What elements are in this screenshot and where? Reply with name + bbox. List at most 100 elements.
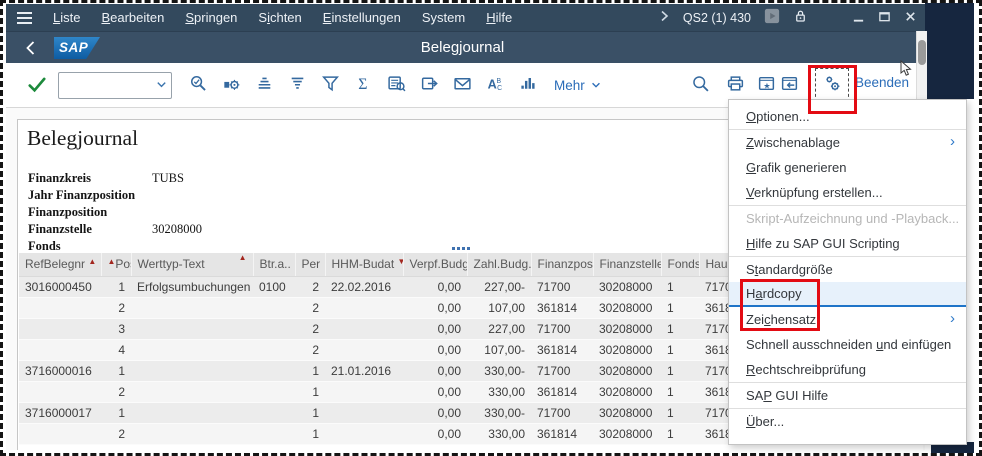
sort-ascending-button[interactable] [250,70,278,100]
table-cell: 3 [101,318,131,339]
table-cell: 2 [295,276,325,297]
table-cell: 3716000016 [19,360,101,381]
filter-button[interactable] [316,70,344,100]
field-label: Finanzkreis [28,170,152,187]
column-header-finanzstelle[interactable]: Finanzstelle [593,253,661,276]
table-cell [325,297,403,318]
menu-item-standardgröße[interactable]: Standardgröße [729,257,966,282]
chevron-right-icon[interactable] [658,10,670,25]
toolbar-left-icons: Σ ABC [184,70,542,100]
table-cell: 107,00- [467,339,531,360]
table-cell [253,318,295,339]
mail-button[interactable] [448,70,476,100]
find-button[interactable] [184,70,212,100]
column-header-fonds[interactable]: Fonds [661,253,699,276]
svg-text:A: A [487,77,496,91]
table-cell [325,423,403,444]
menubar-item-hilfe[interactable]: Hilfe [486,10,512,25]
menu-item-zeichensatz[interactable]: Zeichensatz› [729,307,966,332]
column-header-zahl-budg[interactable]: Zahl.Budg. [467,253,531,276]
scrollbar-thumb[interactable] [918,40,926,65]
print-button[interactable] [720,70,750,100]
menubar-item-liste[interactable]: Liste [53,10,80,25]
menubar-item-bearbeiten[interactable]: Bearbeiten [101,10,164,25]
hamburger-icon[interactable] [17,12,32,24]
table-cell: 1 [661,360,699,381]
column-header-hhm-budat[interactable]: HHM-Budat ▼ [325,253,403,276]
table-cell: 1 [101,360,131,381]
close-icon[interactable] [904,10,917,26]
table-cell [325,381,403,402]
table-cell: 361814 [531,339,593,360]
chart-icon [519,74,538,96]
field-value: 30208000 [152,221,202,238]
table-cell [19,381,101,402]
confirm-check-icon[interactable] [24,75,50,95]
more-button[interactable]: Mehr [554,78,602,93]
command-field[interactable] [58,72,172,99]
menu-item-skript-aufzeichnung-und-playback: Skript-Aufzeichnung und -Playback... [729,206,966,231]
menu-item-schnell-ausschneiden-und-einfügen[interactable]: Schnell ausschneiden und einfügen [729,332,966,357]
menu-item-verknüpfung-erstellen[interactable]: Verknüpfung erstellen... [729,180,966,205]
menu-item-hilfe-zu-sap-gui-scripting[interactable]: Hilfe zu SAP GUI Scripting [729,231,966,256]
menu-item-über[interactable]: Über... [729,409,966,434]
lock-icon[interactable] [793,8,808,27]
menu-item-optionen[interactable]: Optionen... [729,104,966,129]
abc-button[interactable]: ABC [481,70,509,100]
mail-icon [453,74,472,96]
chevron-down-icon[interactable] [155,78,168,96]
search-button[interactable] [685,70,715,100]
table-cell: 3016000450 [19,276,101,297]
minimize-icon[interactable] [852,10,865,26]
column-header-werttyp-text[interactable]: ▲Werttyp-Text [131,253,253,276]
menubar-item-system[interactable]: System [422,10,465,25]
column-header-verpf-budg[interactable]: Verpf.Budg [403,253,467,276]
command-input[interactable] [63,74,153,96]
menubar-item-springen[interactable]: Springen [185,10,237,25]
menubar-item-einstellungen[interactable]: Einstellungen [323,10,401,25]
table-cell [253,402,295,423]
svg-text:C: C [497,85,502,92]
menu-item-sap-gui-hilfe[interactable]: SAP GUI Hilfe [729,383,966,408]
column-header-btr-a[interactable]: Btr.a.. ▲ [253,253,295,276]
chart-button[interactable] [514,70,542,100]
table-cell [131,318,253,339]
table-cell [253,297,295,318]
table-cell [253,360,295,381]
table-cell: 2 [295,339,325,360]
field-label: Finanzstelle [28,221,152,238]
export-button[interactable] [415,70,443,100]
splitter-handle[interactable] [452,247,470,250]
menu-item-zwischenablage[interactable]: Zwischenablage› [729,130,966,155]
table-cell [325,339,403,360]
settings-button[interactable] [817,70,847,100]
search-icon [691,74,710,96]
table-cell: 0,00 [403,318,467,339]
window-edge-top [925,3,974,99]
column-header-refbelegnr[interactable]: RefBelegnr ▲ [19,253,101,276]
table-cell [131,423,253,444]
sort-descending-button[interactable] [283,70,311,100]
table-cell [253,339,295,360]
sort-ascending-icon [255,74,274,96]
table-cell: 330,00- [467,402,531,423]
vertical-scrollbar[interactable] [916,31,927,101]
table-cell [131,297,253,318]
menubar-item-sichten[interactable]: Sichten [258,10,301,25]
menu-item-hardcopy[interactable]: Hardcopy [729,282,966,307]
menu-item-rechtschreibprüfung[interactable]: Rechtschreibprüfung [729,357,966,382]
menu-item-grafik-generieren[interactable]: Grafik generieren [729,155,966,180]
field-label: Finanzposition [28,204,152,221]
play-icon[interactable] [764,8,780,27]
maximize-icon[interactable] [878,10,891,26]
new-session-icon [780,74,799,96]
menubar-items: Liste Bearbeiten Springen Sichten Einstellun… [53,10,512,25]
column-header-per[interactable]: Per [295,253,325,276]
column-header-finanzpos[interactable]: Finanzpos. [531,253,593,276]
new-session-button[interactable] [774,70,804,100]
column-header-pos[interactable]: ▲Pos. [101,253,131,276]
views-button[interactable] [382,70,410,100]
sum-button[interactable]: Σ [349,70,377,100]
table-cell [253,381,295,402]
details-button[interactable] [217,70,245,100]
